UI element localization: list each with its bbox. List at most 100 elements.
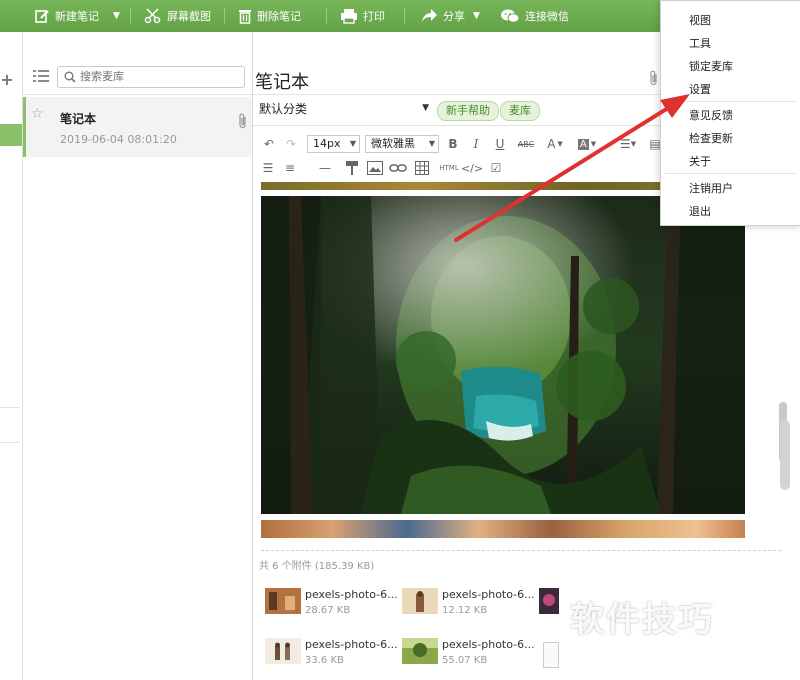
printer-icon [341,9,357,24]
menu-divider [665,173,797,174]
connect-wechat-button[interactable]: 连接微信 [500,0,569,32]
attachment-summary: 共 6 个附件 (185.39 KB) [259,561,375,572]
search-input[interactable] [80,69,230,83]
new-note-button[interactable]: 新建笔记 [34,0,99,32]
list-item[interactable]: ☆ 笔记本 2019-06-04 08:01:20 [23,97,252,157]
format-painter-icon[interactable] [345,160,359,176]
menu-item-lock[interactable]: 锁定麦库 [689,58,733,74]
note-title-field[interactable]: 笔记本 [255,68,309,94]
search-box[interactable] [57,66,245,88]
trash-icon [239,10,251,24]
strikethrough-icon[interactable]: ABC [515,136,537,152]
attachment-thumbnail [543,642,559,668]
screenshot-label: 屏幕截图 [167,10,211,23]
menu-item-about[interactable]: 关于 [689,153,711,169]
selected-notebook-indicator[interactable] [0,124,22,146]
font-color-icon[interactable]: A ▼ [543,136,567,152]
category-select[interactable]: 默认分类 ▼ [259,100,429,120]
note-date: 2019-06-04 08:01:20 [60,133,177,146]
page-scrollbar[interactable] [780,420,790,490]
menu-item-settings[interactable]: 设置 [689,81,711,97]
bold-icon[interactable]: B [446,136,460,152]
toolbar-divider [130,8,131,24]
attachment-name: pexels-photo-6... [442,638,535,651]
divider [0,407,20,408]
menu-item-feedback[interactable]: 意见反馈 [689,107,733,123]
note-title: 笔记本 [60,112,97,126]
menu-item-exit[interactable]: 退出 [689,203,711,219]
attachment-thumbnail [402,588,438,614]
font-size-select[interactable]: 14px ▼ [307,135,360,153]
code-icon[interactable]: </> [461,160,483,176]
attachment-item[interactable] [543,642,559,674]
list-view-icon[interactable] [33,68,49,84]
attachment-size: 55.07 KB [442,655,488,666]
menu-item-check-update[interactable]: 检查更新 [689,130,733,146]
align-right-icon[interactable]: ≡ [283,160,297,176]
tag-chip[interactable]: 麦库 [500,101,540,121]
menu-item-logout[interactable]: 注销用户 [689,180,733,196]
attachment-item[interactable] [539,588,559,620]
font-family-value: 微软雅黑 [371,137,415,150]
chevron-down-icon: ▼ [422,103,429,113]
menu-divider [665,101,797,102]
attachment-thumbnail [402,638,438,664]
screenshot-button[interactable]: 屏幕截图 [144,0,211,32]
share-arrow-icon [422,9,437,22]
italic-icon[interactable]: I [469,136,483,152]
menu-item-tools[interactable]: 工具 [689,35,711,51]
link-icon[interactable] [389,160,407,176]
image-icon[interactable] [367,160,383,176]
star-icon[interactable]: ☆ [31,106,44,122]
font-family-select[interactable]: 微软雅黑 ▼ [365,135,439,153]
horizontal-rule-icon[interactable]: — [317,160,333,176]
undo-icon[interactable]: ↶ [261,136,277,152]
attachment-name: pexels-photo-6... [305,638,398,651]
share-button[interactable]: 分享 ▼ [420,0,480,32]
attachment-size: 33.6 KB [305,655,344,666]
new-note-dropdown[interactable]: ▼ [110,0,120,32]
paperclip-icon[interactable] [649,70,659,86]
delete-note-label: 删除笔记 [257,10,301,23]
attachment-thumbnail [265,638,301,664]
image-bottom-strip [261,520,745,538]
notebook-sidebar: + [0,32,23,680]
print-button[interactable]: 打印 [340,0,385,32]
toolbar-divider [224,8,225,24]
category-value: 默认分类 [259,102,308,116]
delete-note-button[interactable]: 删除笔记 [238,0,301,32]
html-icon[interactable]: HTML [437,160,461,176]
attachment-thumbnail [265,588,301,614]
attachment-size: 28.67 KB [305,605,351,616]
attachment-item[interactable]: pexels-photo-6... 55.07 KB [402,638,542,670]
attachment-item[interactable]: pexels-photo-6... 33.6 KB [265,638,405,670]
note-list-header [23,60,252,95]
main-menu-dropdown: 视图 工具 锁定麦库 设置 意见反馈 检查更新 关于 注销用户 退出 [660,0,800,226]
watermark-text: 软件技巧 [570,600,714,640]
attachment-name: pexels-photo-6... [442,588,535,601]
print-label: 打印 [363,10,385,23]
chevron-down-icon: ▼ [113,11,120,21]
toolbar-divider [326,8,327,24]
attachment-item[interactable]: pexels-photo-6... 28.67 KB [265,588,405,620]
edit-icon [35,10,49,23]
highlight-icon[interactable]: A ▼ [575,136,599,152]
align-center-icon[interactable]: ☰ [261,160,275,176]
search-icon [64,71,76,83]
attachment-divider [261,550,781,551]
share-label: 分享 [443,10,465,23]
line-spacing-icon[interactable]: ☰ ▼ [617,136,639,152]
chevron-down-icon: ▼ [349,139,356,148]
add-notebook-icon[interactable]: + [0,70,14,89]
connect-wechat-label: 连接微信 [525,10,569,23]
checkbox-icon[interactable]: ☑ [489,160,503,176]
attachment-item[interactable]: pexels-photo-6... 12.12 KB [402,588,542,620]
tag-chip[interactable]: 新手帮助 [437,101,499,121]
chevron-down-icon: ▼ [428,139,435,148]
menu-item-view[interactable]: 视图 [689,12,711,28]
underline-icon[interactable]: U [493,136,507,152]
chevron-down-icon: ▼ [473,11,480,21]
table-icon[interactable] [415,160,429,176]
redo-icon[interactable]: ↷ [283,136,299,152]
forest-photo[interactable] [261,196,745,514]
